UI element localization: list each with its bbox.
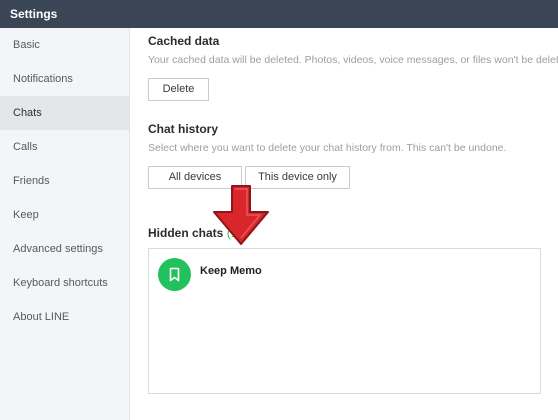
all-devices-button[interactable]: All devices [148,166,242,189]
hidden-chat-name: Keep Memo [200,265,262,277]
chat-history-description: Select where you want to delete your cha… [148,142,507,154]
this-device-only-button[interactable]: This device only [245,166,350,189]
hidden-chats-count: (1) [226,226,242,240]
sidebar-item-advanced-settings[interactable]: Advanced settings [0,232,129,266]
hidden-chat-item[interactable]: Keep Memo [149,249,540,291]
cached-data-title: Cached data [148,34,220,48]
sidebar-item-notifications[interactable]: Notifications [0,62,129,96]
hidden-chats-title: Hidden chats (1) [148,226,241,240]
chats-settings-panel: Cached data Your cached data will be del… [131,28,558,420]
sidebar-item-keyboard-shortcuts[interactable]: Keyboard shortcuts [0,266,129,300]
sidebar-item-about-line[interactable]: About LINE [0,300,129,334]
sidebar-item-chats[interactable]: Chats [0,96,129,130]
delete-cache-button[interactable]: Delete [148,78,209,101]
sidebar-item-calls[interactable]: Calls [0,130,129,164]
sidebar-item-keep[interactable]: Keep [0,198,129,232]
cached-data-description: Your cached data will be deleted. Photos… [148,54,558,66]
sidebar-item-friends[interactable]: Friends [0,164,129,198]
bookmark-icon [169,267,180,282]
sidebar-item-basic[interactable]: Basic [0,28,129,62]
hidden-chats-label: Hidden chats [148,226,224,240]
chat-history-title: Chat history [148,122,219,136]
settings-sidebar: Basic Notifications Chats Calls Friends … [0,28,130,420]
window-title: Settings [0,0,558,28]
keep-memo-avatar [158,258,191,291]
hidden-chats-list: Keep Memo [148,248,541,394]
